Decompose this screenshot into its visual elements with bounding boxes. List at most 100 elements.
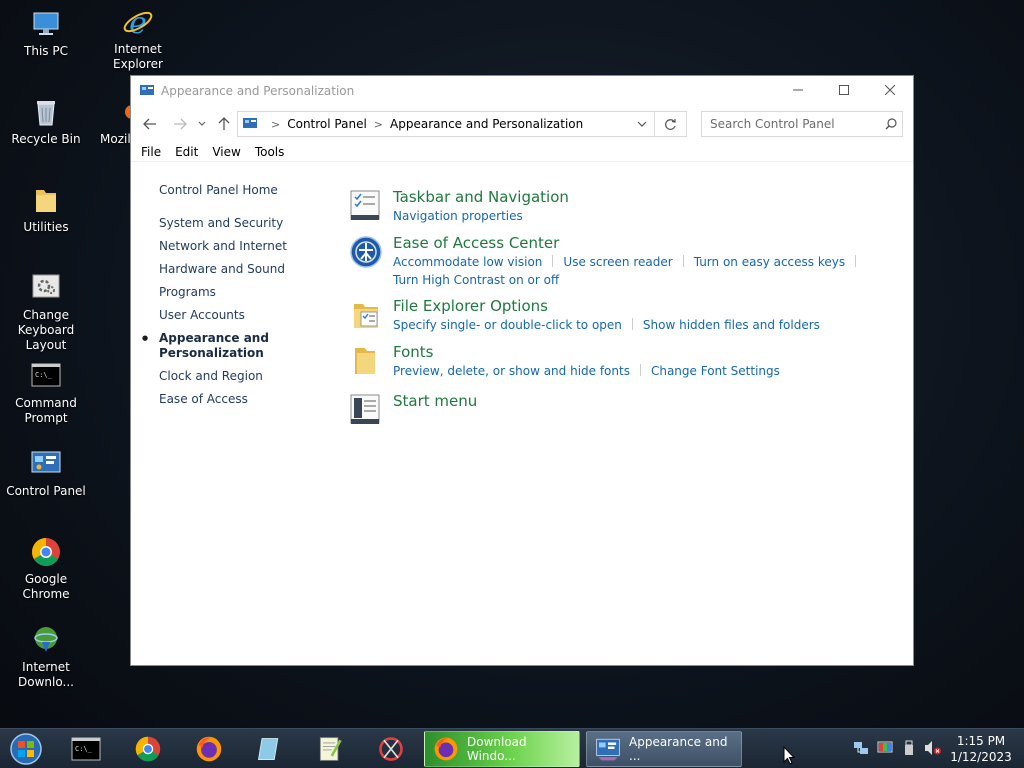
menu-view[interactable]: View: [212, 145, 240, 159]
desktop-icon-mozilla[interactable]: Mozil: [92, 96, 139, 147]
sidebar-item-control-panel-home[interactable]: Control Panel Home: [159, 183, 329, 198]
link-use-screen-reader[interactable]: Use screen reader: [563, 253, 672, 271]
desktop-icon-google-chrome[interactable]: Google Chrome: [0, 536, 92, 602]
menu-file[interactable]: File: [141, 145, 161, 159]
desktop-icon-command-prompt[interactable]: C:\_ Command Prompt: [0, 360, 92, 426]
taskbar-clock[interactable]: 1:15 PM 1/12/2023: [948, 733, 1014, 765]
link-navigation-properties[interactable]: Navigation properties: [393, 207, 523, 225]
category-file-explorer-options: File Explorer Options Specify single- or…: [349, 296, 909, 342]
sidebar-item-network-and-internet[interactable]: Network and Internet: [159, 239, 329, 254]
menu-bar: File Edit View Tools: [131, 142, 913, 162]
breadcrumb-separator-icon: >: [373, 117, 384, 131]
taskbar-pin-command-prompt[interactable]: C:\_: [64, 733, 108, 765]
desktop-icon-label: Internet Explorer: [113, 42, 163, 71]
desktop-icon-control-panel[interactable]: Control Panel: [0, 448, 92, 499]
back-button[interactable]: [139, 106, 161, 142]
desktop-icon-utilities[interactable]: Utilities: [0, 184, 92, 235]
taskbar-task-firefox-download[interactable]: Download Windo...: [424, 731, 580, 767]
taskbar-pin-notepad-plus[interactable]: [308, 733, 352, 765]
minimize-button[interactable]: [775, 76, 821, 104]
usb-device-icon[interactable]: [900, 739, 918, 757]
desktop-icon-label: Recycle Bin: [11, 132, 81, 146]
breadcrumb-separator-icon: >: [271, 117, 281, 131]
display-icon[interactable]: [876, 739, 894, 757]
close-icon: [885, 85, 895, 95]
link-separator: [552, 255, 554, 267]
clock-date: 1/12/2023: [950, 750, 1012, 764]
desktop-icon-recycle-bin[interactable]: Recycle Bin: [0, 96, 92, 147]
address-bar[interactable]: > Control Panel > Appearance and Persona…: [237, 111, 655, 137]
start-menu-icon: [350, 394, 380, 424]
menu-edit[interactable]: Edit: [175, 145, 198, 159]
category-title-taskbar-and-navigation[interactable]: Taskbar and Navigation: [393, 187, 909, 207]
arrow-up-icon: [218, 117, 230, 130]
search-icon[interactable]: [880, 118, 902, 130]
refresh-button[interactable]: [655, 111, 687, 137]
taskbar-task-appearance-and-personalization[interactable]: Appearance and ...: [586, 731, 742, 767]
breadcrumb-control-panel[interactable]: Control Panel: [287, 117, 367, 131]
chrome-icon: [32, 538, 60, 566]
category-title-ease-of-access-center[interactable]: Ease of Access Center: [393, 233, 909, 253]
desktop-icon-internet-explorer[interactable]: e Internet Explorer: [92, 6, 184, 72]
start-button[interactable]: [8, 732, 44, 766]
window-titlebar[interactable]: Appearance and Personalization: [131, 76, 913, 106]
category-title-file-explorer-options[interactable]: File Explorer Options: [393, 296, 909, 316]
maximize-button[interactable]: [821, 76, 867, 104]
desktop-icon-label: This PC: [24, 44, 68, 58]
desktop-icon-change-keyboard-layout[interactable]: Change Keyboard Layout: [0, 272, 92, 353]
link-single-double-click[interactable]: Specify single- or double-click to open: [393, 316, 622, 334]
recent-locations-button[interactable]: [193, 106, 211, 142]
link-separator: [855, 255, 857, 267]
link-change-font-settings[interactable]: Change Font Settings: [651, 362, 780, 380]
folder-icon: [36, 190, 56, 212]
command-prompt-icon: C:\_: [71, 737, 101, 761]
link-turn-on-easy-access-keys[interactable]: Turn on easy access keys: [694, 253, 845, 271]
ease-of-access-icon: [350, 236, 382, 268]
content-area: Control Panel Home System and Security N…: [131, 169, 913, 665]
breadcrumb-appearance-and-personalization[interactable]: Appearance and Personalization: [390, 117, 583, 131]
sidebar-item-hardware-and-sound[interactable]: Hardware and Sound: [159, 262, 329, 277]
link-accommodate-low-vision[interactable]: Accommodate low vision: [393, 253, 542, 271]
control-panel-icon: [243, 118, 257, 128]
sidebar-item-ease-of-access[interactable]: Ease of Access: [159, 392, 329, 407]
address-dropdown-button[interactable]: [630, 112, 654, 136]
firefox-icon: [196, 736, 222, 762]
link-show-hidden-files[interactable]: Show hidden files and folders: [643, 316, 820, 334]
network-icon[interactable]: [852, 739, 870, 757]
sidebar-item-user-accounts[interactable]: User Accounts: [159, 308, 329, 323]
sidebar-item-system-and-security[interactable]: System and Security: [159, 216, 329, 231]
taskbar-pin-chrome[interactable]: [126, 733, 170, 765]
sidebar-item-appearance-and-personalization: Appearance and Personalization: [142, 331, 329, 361]
search-input[interactable]: [702, 113, 880, 135]
sidebar: Control Panel Home System and Security N…: [142, 183, 329, 415]
maximize-icon: [839, 85, 849, 95]
category-title-fonts[interactable]: Fonts: [393, 342, 909, 362]
taskbar-task-label: Download Windo...: [467, 735, 527, 763]
download-manager-icon: [34, 627, 58, 652]
mouse-cursor-icon: [783, 746, 795, 765]
category-title-start-menu[interactable]: Start menu: [393, 391, 909, 411]
folder-options-icon: [354, 304, 378, 328]
up-button[interactable]: [213, 106, 235, 142]
close-button[interactable]: [867, 76, 913, 104]
settings-gear-icon: [32, 274, 60, 298]
desktop-icon-this-pc[interactable]: This PC: [0, 8, 92, 59]
link-preview-delete-fonts[interactable]: Preview, delete, or show and hide fonts: [393, 362, 630, 380]
taskbar-pin-notes[interactable]: [247, 733, 291, 765]
control-panel-icon: [140, 85, 154, 95]
forward-button[interactable]: [169, 106, 191, 142]
desktop-icon-internet-download-manager[interactable]: Internet Downlo...: [0, 624, 92, 690]
system-tray: [852, 739, 942, 757]
navigation-bar: > Control Panel > Appearance and Persona…: [131, 106, 913, 142]
volume-muted-icon[interactable]: [924, 739, 942, 757]
taskbar-pin-firefox[interactable]: [187, 733, 231, 765]
notes-icon: [257, 738, 279, 760]
category-taskbar-and-navigation: Taskbar and Navigation Navigation proper…: [349, 187, 909, 233]
window-title: Appearance and Personalization: [161, 84, 355, 98]
menu-tools[interactable]: Tools: [255, 145, 285, 159]
sidebar-item-programs[interactable]: Programs: [159, 285, 329, 300]
sidebar-item-clock-and-region[interactable]: Clock and Region: [159, 369, 329, 384]
chrome-icon: [135, 736, 161, 762]
taskbar-pin-snipping-tool[interactable]: [369, 733, 413, 765]
link-turn-high-contrast[interactable]: Turn High Contrast on or off: [393, 271, 559, 289]
